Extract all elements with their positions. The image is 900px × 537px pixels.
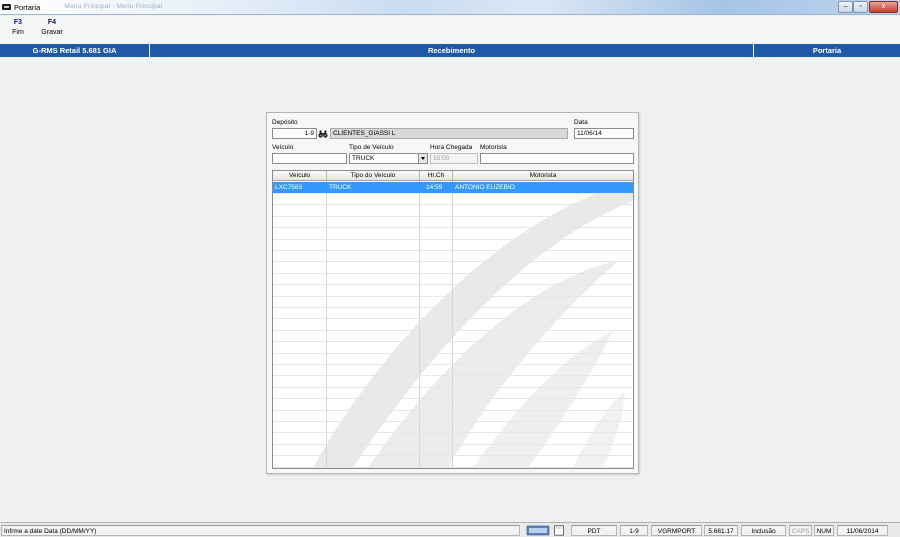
window-title-bar: Portaria · Menu Principal · Menu Princip… bbox=[0, 0, 900, 15]
grid-row-line bbox=[273, 387, 633, 388]
grid-row-line bbox=[273, 341, 633, 342]
grid-row-line bbox=[273, 330, 633, 331]
deposito-label: Depósito bbox=[272, 119, 298, 126]
app-icon bbox=[2, 4, 11, 10]
grid-row-line bbox=[273, 410, 633, 411]
vehicles-grid[interactable]: Veículo Tipo do Veículo Hr.Ch Motorista … bbox=[272, 170, 634, 469]
status-mode: Inclusão bbox=[741, 525, 786, 536]
grid-row-line bbox=[273, 193, 633, 194]
status-deposit: 1-9 bbox=[620, 525, 648, 536]
grid-row-line bbox=[273, 455, 633, 456]
deposito-name-field: CLIENTES_GIASSI L bbox=[330, 128, 568, 139]
tipo-veiculo-label: Tipo de Veículo bbox=[349, 144, 394, 151]
status-date: 11/06/2014 bbox=[837, 525, 888, 536]
f3-key-label: F3 bbox=[13, 19, 23, 26]
tipo-veiculo-value: TRUCK bbox=[352, 155, 375, 162]
motorista-label: Motorista bbox=[480, 144, 507, 151]
cell-veiculo: LXC7583 bbox=[275, 184, 303, 191]
app-version-title: G-RMS Retail 5.681 GIA bbox=[0, 44, 150, 57]
grid-row-line bbox=[273, 216, 633, 217]
grid-row-line bbox=[273, 353, 633, 354]
window-title: Portaria bbox=[14, 3, 41, 12]
grid-row-line bbox=[273, 364, 633, 365]
grid-row-line bbox=[273, 467, 633, 468]
status-version: 5.681.17 bbox=[704, 525, 738, 536]
tipo-veiculo-select[interactable]: TRUCK bbox=[349, 153, 428, 164]
function-key-toolbar: F3 Fim F4 Gravar bbox=[0, 16, 900, 43]
data-label: Data bbox=[574, 119, 588, 126]
motorista-field[interactable] bbox=[480, 153, 634, 164]
status-num: NUM bbox=[814, 525, 834, 536]
minimize-button[interactable]: – bbox=[838, 1, 853, 13]
deposito-code-field[interactable]: 1-9 bbox=[272, 128, 317, 139]
col-header-tipo[interactable]: Tipo do Veículo bbox=[327, 171, 420, 181]
status-bar: Infrme a date Data (DD/MM/YY) PDT 1-9 VG… bbox=[0, 522, 900, 537]
col-header-veiculo[interactable]: Veículo bbox=[273, 171, 327, 181]
status-message: Infrme a date Data (DD/MM/YY) bbox=[1, 525, 520, 536]
hora-chegada-label: Hora Chegada bbox=[430, 144, 473, 151]
grid-row-line bbox=[273, 273, 633, 274]
f3-action-label: Fim bbox=[12, 29, 24, 36]
grid-row-line bbox=[273, 432, 633, 433]
grid-row-line bbox=[273, 227, 633, 228]
grid-row-line bbox=[273, 204, 633, 205]
keyboard-icon bbox=[526, 525, 550, 536]
col-header-hora[interactable]: Hr.Ch bbox=[420, 171, 453, 181]
grid-col-divider bbox=[419, 181, 420, 468]
watermark-logo bbox=[313, 186, 633, 468]
grid-row-line bbox=[273, 398, 633, 399]
grid-row-line bbox=[273, 250, 633, 251]
f4-action-label: Gravar bbox=[41, 29, 63, 36]
grid-row-line bbox=[273, 444, 633, 445]
hora-chegada-field: 15:00 bbox=[430, 153, 478, 164]
veiculo-field[interactable] bbox=[272, 153, 347, 164]
cell-tipo: TRUCK bbox=[329, 184, 352, 191]
grid-row-line bbox=[273, 421, 633, 422]
maximize-button[interactable]: ▫ bbox=[853, 1, 868, 13]
grid-row-line bbox=[273, 239, 633, 240]
window-caption-faded: · Menu Principal · Menu Principal bbox=[60, 3, 163, 10]
grid-row-line bbox=[273, 307, 633, 308]
status-pdt: PDT bbox=[571, 525, 617, 536]
document-icon bbox=[554, 525, 564, 536]
f4-gravar-button[interactable]: F4 Gravar bbox=[39, 19, 65, 36]
cell-hora: 14:59 bbox=[426, 184, 443, 191]
chevron-down-icon[interactable] bbox=[418, 154, 427, 163]
module-title: Portaria bbox=[812, 46, 842, 55]
status-caps: CAPS bbox=[789, 525, 812, 536]
data-field[interactable]: 11/06/14 bbox=[574, 128, 634, 139]
grid-row-line bbox=[273, 375, 633, 376]
cell-motorista: ANTONIO EUZEBIO bbox=[455, 184, 515, 191]
col-header-motorista[interactable]: Motorista bbox=[453, 171, 633, 181]
screen-title: Recebimento bbox=[150, 44, 754, 57]
grid-row-line bbox=[273, 284, 633, 285]
binoculars-search-icon[interactable] bbox=[318, 129, 328, 139]
table-row[interactable]: LXC7583 TRUCK 14:59 ANTONIO EUZEBIO bbox=[273, 182, 633, 193]
f4-key-label: F4 bbox=[47, 19, 57, 26]
grid-row-line bbox=[273, 318, 633, 319]
grid-header: Veículo Tipo do Veículo Hr.Ch Motorista bbox=[273, 171, 633, 181]
header-bar: G-RMS Retail 5.681 GIA Recebimento Porta… bbox=[0, 44, 900, 57]
grid-row-line bbox=[273, 296, 633, 297]
grid-col-divider bbox=[452, 181, 453, 468]
grid-col-divider bbox=[326, 181, 327, 468]
grid-row-line bbox=[273, 261, 633, 262]
f3-fim-button[interactable]: F3 Fim bbox=[9, 19, 27, 36]
recebimento-panel: Depósito 1-9 CLIENTES_GIASSI L Data 11/0… bbox=[266, 112, 639, 474]
veiculo-label: Veículo bbox=[272, 144, 294, 151]
status-program: VGRMPORT bbox=[651, 525, 702, 536]
close-button[interactable]: x bbox=[869, 1, 898, 13]
